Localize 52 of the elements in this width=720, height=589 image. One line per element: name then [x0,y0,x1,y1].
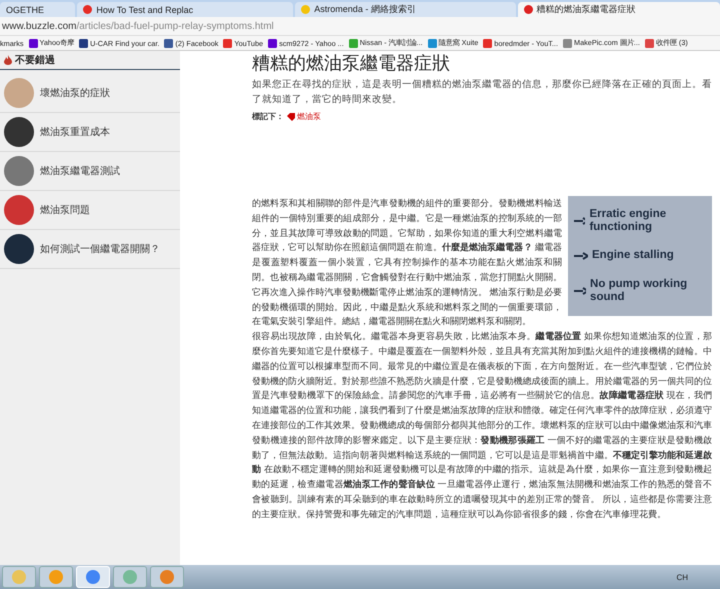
site-icon [483,38,492,48]
site-icon [83,5,92,14]
taskbar-app[interactable] [2,566,36,588]
site-icon [348,38,358,48]
photo-placeholder [4,156,34,186]
app-icon [159,569,175,585]
site-icon [79,38,88,48]
sidebar-link[interactable]: 燃油泵問題 [0,191,180,230]
tag-icon [287,112,295,120]
site-icon [562,38,572,48]
taskbar-app[interactable] [113,566,147,588]
tag-link[interactable]: 燃油泵 [287,111,321,122]
photo-placeholder [4,117,34,147]
site-icon [524,5,533,14]
taskbar-app[interactable] [39,566,73,588]
tab-title: How To Test and Replac [96,4,194,14]
app-icon [11,569,27,585]
flame-icon [4,55,12,65]
photo-placeholder [4,195,34,225]
tab-title: 糟糕的燃油泵繼電器症狀 [536,3,636,16]
site-icon [164,38,174,48]
sidebar-link[interactable]: 燃油泵重置成本 [0,113,180,152]
app-icon [85,569,101,585]
article-summary: 如果您正在尋找的症狀，這是表明一個糟糕的燃油泵繼電器的信息，那麼你已經降落在正確的頁面上。看了就知道了，當它的時間來改變。 [252,78,712,107]
photo-placeholder [4,78,34,108]
site-icon [644,38,654,48]
site-icon [28,38,38,48]
browser-tab[interactable]: OGETHE [0,2,76,17]
browser-tab[interactable]: Astromenda - 網絡搜索引 [295,2,516,17]
site-icon [301,5,310,14]
app-icon [48,569,64,585]
site-icon [428,38,437,48]
sidebar-link[interactable]: 燃油泵繼電器測試 [0,152,180,191]
sidebar-heading: 不要錯過 [15,54,55,67]
site-icon [268,38,278,48]
tab-title: Astromenda - 網絡搜索引 [314,3,416,16]
article-body: 的燃料泵和其相關聯的部件是汽車發動機的組件的重要部分。發動機燃料輸送組件的一個特別重要的組成部分，是中繼。它是一種燃油泵的控制系統的一部分，並且其故障可導致啟動的問題。它幫助，如果你知道的重大利空燃料繼電器症狀，它可以幫助你在照顧這個問題在前進。什麼是燃油泵繼電器？ 繼電器是覆蓋塑料覆蓋一個小裝置，它具有控制操作的基本功能在點火燃油泵和關閉。也被稱為繼電器開關，它會觸發對在行動中燃油泵，當您打開點火開關。它再次進入操作時汽車發動機斷電停止燃油泵的運轉情況。 燃油泵行動是必要的發動機循環的開始。因此，中繼是點火系統和燃料泵之間的一個重要環節，在電氣安裝引擎組件。總結，繼電器開關在點火和關閉燃料泵和關閉。 [252,197,562,328]
article-title: 糟糕的燃油泵繼電器症狀 [252,53,451,75]
symptoms-illustration: Erratic engine functioning Engine stalling No pump working sound [568,196,712,316]
address-bar[interactable]: www.buzzle.com/articles/bad-fuel-pump-relay-symptoms.html [0,17,720,36]
tag-label: 標記下： [252,111,284,122]
taskbar-app[interactable] [150,566,184,588]
site-icon [223,38,232,48]
tab-title: OGETHE [6,4,44,14]
browser-tab[interactable]: 糟糕的燃油泵繼電器症狀 [518,2,720,17]
photo-placeholder [4,234,34,264]
language-indicator[interactable]: CH [676,572,718,582]
article-body: 很容易出現故障，由於氧化。繼電器本身更容易失敗，比燃油泵本身。繼電器位置 如果你想知道燃油泵的位置，那麼你首先要知道它是什麼樣子。中繼是覆蓋在一個塑料外殼，並且具有充當其附加到點火組件的連接機構的鏈輪。中繼器的位置可以根據車型而不同。最常見的中繼位置是在儀表板的下面，在方向盤附近。在一些汽車型號，它們位於發動機的防火牆附近。對於那些誰不熟悉防火牆是什麼，它是發動機總成後面的牆上。用於繼電器的另一個共同的位置是汽車發動機罩下的保險絲盒。請參閱您的汽車手冊，這必將有一些關於它的信息。故障繼電器症狀 現在，我們知道繼電器的位置和功能，讓我們看到了什麼是燃油泵故障的症狀和體徵。確定任何汽車零件的故障症狀，必須遵守在連接部位的工作其效果。發動機總成的每個部分都與其他部分的工作。壞燃料泵的症狀可以由中繼像燃油泵和汽車發動機連接的部件故障的影響來鑑定。以下是主要症狀：發動機那張羅工 一個不好的繼電器的主要症狀是發動機啟動了，但無法啟動。這指向朝著與燃料輸送系統的一個問題，它可以是這是罪魁禍首中繼。不穩定引擎功能和延遲啟動 在啟動不穩定運轉的開始和延遲發動機可以是有故障的中繼的指示。這就是為什麼，如果你一直注意到發動機起動的延遲，檢查繼電器燃油泵工作的聲音缺位 一旦繼電器停止運行，燃油泵無法開機和燃油泵工作的熟悉的聲音不會被聽到。訓練有素的耳朵聽到的車在啟動時所立的遺囑發現其中的差別正常的聲音。 所以，這些都是你需要注意的主要症狀。保持警覺和事先確定的汽車問題，這種症狀可以為你節省很多的錢，你會在汽車修理花費。 [252,330,712,521]
sidebar-link[interactable]: 壞燃油泵的症狀 [0,74,180,113]
browser-tab[interactable]: How To Test and Replac [77,2,294,17]
sidebar-link[interactable]: 如何測試一個繼電器開關？ [0,230,180,269]
app-icon [122,569,138,585]
